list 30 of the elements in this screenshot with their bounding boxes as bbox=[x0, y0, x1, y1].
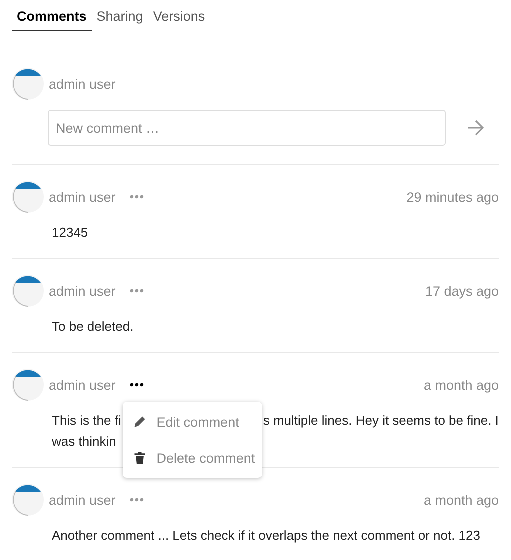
avatar-icon bbox=[12, 275, 44, 307]
comment-text: s multiple lines. Hey it seems to be fine. I bbox=[263, 412, 499, 430]
comment-input[interactable]: New comment … bbox=[48, 110, 446, 146]
trash-icon bbox=[132, 451, 147, 465]
timestamp: a month ago bbox=[424, 378, 499, 392]
more-icon[interactable] bbox=[130, 383, 144, 387]
send-arrow-icon[interactable] bbox=[467, 120, 485, 136]
pencil-icon bbox=[132, 415, 147, 429]
avatar-icon bbox=[12, 484, 44, 516]
timestamp: 17 days ago bbox=[425, 284, 499, 298]
comment-text: Another comment ... Lets check if it overlaps the next comment or not. 123 bbox=[52, 527, 480, 545]
author-name: admin user bbox=[49, 190, 116, 204]
comment-text: 12345 bbox=[52, 224, 88, 242]
tab[interactable]: Comments bbox=[12, 5, 92, 31]
author-name: admin user bbox=[49, 284, 116, 298]
comment-text: This is the fi bbox=[52, 412, 122, 430]
tab[interactable]: Versions bbox=[148, 5, 210, 31]
avatar-icon bbox=[12, 68, 44, 100]
author-name: admin user bbox=[49, 76, 116, 92]
avatar-icon bbox=[12, 181, 44, 213]
timestamp: a month ago bbox=[424, 492, 499, 508]
timestamp: 29 minutes ago bbox=[406, 190, 499, 204]
author-name: admin user bbox=[49, 378, 116, 392]
author-name: admin user bbox=[49, 492, 116, 508]
avatar-icon bbox=[12, 369, 44, 401]
tab[interactable]: Sharing bbox=[92, 5, 148, 31]
comment-text: was thinkin bbox=[52, 433, 116, 451]
comment-text: To be deleted. bbox=[52, 318, 134, 336]
menu-item[interactable]: Edit comment bbox=[122, 404, 262, 440]
menu-item[interactable]: Delete comment bbox=[122, 440, 262, 476]
